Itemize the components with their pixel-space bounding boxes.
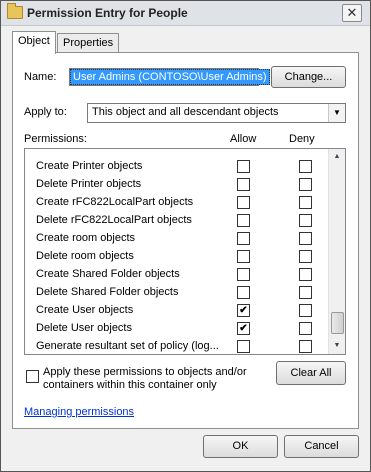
tab-object[interactable]: Object bbox=[12, 31, 56, 54]
permission-name: Delete room objects bbox=[36, 250, 134, 262]
permission-row: Generate resultant set of policy (log... bbox=[25, 337, 328, 354]
permissions-list: Create Printer objects Delete Printer obj… bbox=[24, 148, 346, 355]
permission-name: Create rFC822LocalPart objects bbox=[36, 196, 194, 208]
allow-checkbox[interactable] bbox=[237, 160, 250, 173]
deny-checkbox[interactable] bbox=[299, 178, 312, 191]
deny-checkbox[interactable] bbox=[299, 340, 312, 353]
clear-all-button[interactable]: Clear All bbox=[276, 361, 346, 385]
permission-name: Delete User objects bbox=[36, 322, 132, 334]
allow-header: Allow bbox=[230, 133, 257, 145]
deny-checkbox[interactable] bbox=[299, 196, 312, 209]
allow-checkbox[interactable] bbox=[237, 178, 250, 191]
allow-checkbox[interactable]: ✔ bbox=[237, 322, 250, 335]
permission-name: Create room objects bbox=[36, 232, 136, 244]
permission-row: Delete rFC822LocalPart objects bbox=[25, 211, 328, 229]
permission-row: Create room objects bbox=[25, 229, 328, 247]
folder-icon bbox=[7, 3, 23, 19]
permission-name: Delete rFC822LocalPart objects bbox=[36, 214, 192, 226]
allow-checkbox[interactable] bbox=[237, 340, 250, 353]
apply-to-dropdown[interactable]: This object and all descendant objects ▼ bbox=[87, 103, 346, 123]
object-tab-panel: Name: User Admins (CONTOSO\User Admins) … bbox=[12, 52, 359, 429]
deny-checkbox[interactable] bbox=[299, 268, 312, 281]
apply-to-value: This object and all descendant objects bbox=[92, 106, 279, 118]
managing-permissions-link[interactable]: Managing permissions bbox=[24, 406, 134, 418]
deny-header: Deny bbox=[289, 133, 315, 145]
permission-row: Create User objects ✔ bbox=[25, 301, 328, 319]
scrollbar[interactable]: ▲ ▼ bbox=[328, 149, 345, 354]
deny-checkbox[interactable] bbox=[299, 160, 312, 173]
ok-button[interactable]: OK bbox=[203, 435, 278, 458]
change-button[interactable]: Change... bbox=[271, 66, 346, 88]
chevron-down-icon[interactable]: ▼ bbox=[328, 104, 345, 122]
deny-checkbox[interactable] bbox=[299, 214, 312, 227]
deny-checkbox[interactable] bbox=[299, 250, 312, 263]
name-value: User Admins (CONTOSO\User Admins) bbox=[70, 69, 270, 85]
scroll-thumb[interactable] bbox=[331, 312, 344, 334]
permission-row: Create Printer objects bbox=[25, 157, 328, 175]
name-label: Name: bbox=[24, 71, 57, 83]
permission-row: Delete User objects ✔ bbox=[25, 319, 328, 337]
permission-row: Delete Printer objects bbox=[25, 175, 328, 193]
deny-checkbox[interactable] bbox=[299, 322, 312, 335]
permission-entry-dialog: Permission Entry for People ✕ Object Pro… bbox=[0, 0, 371, 472]
allow-checkbox[interactable] bbox=[237, 250, 250, 263]
allow-checkbox[interactable] bbox=[237, 286, 250, 299]
permission-row: Delete Shared Folder objects bbox=[25, 283, 328, 301]
permission-name: Delete Shared Folder objects bbox=[36, 286, 179, 298]
window-title: Permission Entry for People bbox=[27, 6, 188, 20]
permission-name: Create Shared Folder objects bbox=[36, 268, 180, 280]
deny-checkbox[interactable] bbox=[299, 286, 312, 299]
apply-checkbox-label-2: containers within this container only bbox=[43, 379, 217, 391]
permission-name: Create User objects bbox=[36, 304, 134, 316]
allow-checkbox[interactable] bbox=[237, 232, 250, 245]
permission-row: Create Shared Folder objects bbox=[25, 265, 328, 283]
deny-checkbox[interactable] bbox=[299, 304, 312, 317]
apply-to-label: Apply to: bbox=[24, 106, 67, 118]
permission-name: Delete Printer objects bbox=[36, 178, 142, 190]
apply-checkbox[interactable] bbox=[26, 370, 39, 383]
allow-checkbox[interactable] bbox=[237, 214, 250, 227]
name-field[interactable]: User Admins (CONTOSO\User Admins) bbox=[69, 68, 270, 86]
permission-name: Generate resultant set of policy (log... bbox=[36, 340, 219, 352]
allow-checkbox[interactable]: ✔ bbox=[237, 304, 250, 317]
scroll-up-icon[interactable]: ▲ bbox=[329, 149, 345, 165]
scroll-down-icon[interactable]: ▼ bbox=[329, 338, 345, 354]
allow-checkbox[interactable] bbox=[237, 196, 250, 209]
deny-checkbox[interactable] bbox=[299, 232, 312, 245]
apply-checkbox-label-1: Apply these permissions to objects and/o… bbox=[43, 366, 247, 378]
close-button[interactable]: ✕ bbox=[342, 4, 362, 22]
permission-row: Delete room objects bbox=[25, 247, 328, 265]
title-bar: Permission Entry for People ✕ bbox=[1, 1, 370, 26]
permissions-header: Permissions: bbox=[24, 133, 87, 145]
permission-row: Create rFC822LocalPart objects bbox=[25, 193, 328, 211]
cancel-button[interactable]: Cancel bbox=[284, 435, 359, 458]
permission-name: Create Printer objects bbox=[36, 160, 143, 172]
tab-properties[interactable]: Properties bbox=[57, 33, 120, 53]
allow-checkbox[interactable] bbox=[237, 268, 250, 281]
